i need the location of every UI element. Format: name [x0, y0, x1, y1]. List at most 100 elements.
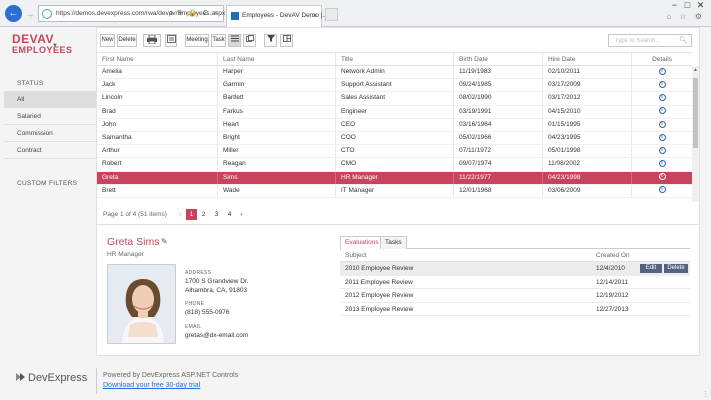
minimize-icon[interactable]: − [668, 0, 681, 10]
evaluation-date: 12/4/2010 [596, 265, 625, 272]
cell-last-name: Sims [218, 171, 336, 184]
info-icon[interactable]: i [658, 80, 666, 88]
main-panel: New Delete Meeting Task 🔍︎ First Name [96, 27, 700, 356]
cell-details: i [632, 185, 692, 197]
info-icon[interactable]: i [658, 173, 666, 181]
task-button[interactable]: Task [211, 34, 226, 47]
table-row[interactable]: Brett Wade IT Manager 12/01/1968 03/06/2009 i [97, 184, 692, 198]
pager-page-4[interactable]: 4 [224, 209, 235, 220]
info-icon[interactable]: i [658, 94, 666, 102]
browser-toolbar-icons[interactable]: ⌂ ☆ ⚙ [666, 12, 705, 21]
cell-title: HR Manager [336, 171, 454, 184]
cell-birth-date: 08/02/1990 [454, 92, 543, 105]
table-row[interactable]: Brad Farkus Engineer 03/19/1991 04/15/2010 i [97, 105, 692, 119]
cell-hire-date: 05/01/1998 [543, 145, 632, 158]
logo-dropdown-icon[interactable]: ▼ [52, 43, 58, 49]
custom-filters-heading[interactable]: CUSTOM FILTERS [17, 180, 77, 187]
tab-tasks[interactable]: Tasks [380, 236, 407, 249]
delete-button[interactable]: Delete [117, 34, 137, 47]
maximize-icon[interactable]: □ [681, 0, 694, 10]
browser-tab[interactable]: Employees - DevAV Demo |... × [226, 5, 328, 27]
app-logo[interactable]: DEVAV EMPLOYEES [12, 33, 73, 55]
info-icon[interactable]: i [658, 107, 666, 115]
info-icon[interactable]: i [658, 133, 666, 141]
cell-birth-date: 05/02/1966 [454, 131, 543, 145]
info-icon[interactable]: i [658, 186, 666, 194]
address-bar[interactable]: https://demos.devexpress.com/rwa/devav/E… [38, 5, 225, 22]
sidebar-item-salaried[interactable]: Salaried [4, 108, 96, 125]
table-row[interactable]: Arthur Miller CTO 07/11/1972 05/01/1998 i [97, 145, 692, 159]
pencil-edit-icon[interactable]: ✎ [161, 237, 168, 246]
col-header-title[interactable]: Title [336, 53, 454, 65]
scroll-up-arrow-icon[interactable]: ▲ [692, 67, 699, 73]
table-row[interactable]: Greta Sims HR Manager 11/22/1977 04/23/1998 i [97, 171, 692, 185]
col-header-birth-date[interactable]: Birth Date [454, 53, 543, 65]
info-icon[interactable]: i [658, 120, 666, 128]
cell-title: CMO [336, 158, 454, 171]
table-row[interactable]: Lincoln Bartlett Sales Assistant 08/02/1990… [97, 92, 692, 106]
tab-evaluations[interactable]: Evaluations [340, 236, 384, 250]
delete-evaluation-button[interactable]: Delete [664, 264, 688, 273]
table-row[interactable]: Jack Garmin Support Assistant 09/24/1985 03/… [97, 79, 692, 93]
trial-link[interactable]: Download your free 30-day trial [103, 382, 200, 389]
new-tab-button[interactable] [325, 8, 338, 21]
forward-arrow-icon[interactable]: → [24, 8, 36, 20]
export-icon[interactable] [165, 34, 177, 47]
filter-icon[interactable] [264, 34, 277, 47]
evaluation-row[interactable]: 2011 Employee Review 12/14/2011 [340, 276, 690, 289]
table-row[interactable]: John Heart CEO 03/16/1964 01/15/1995 i [97, 118, 692, 132]
col-header-hire-date[interactable]: Hire Date [543, 53, 632, 65]
col-header-last-name[interactable]: Last Name [218, 53, 336, 65]
search-input[interactable] [609, 35, 679, 46]
pager-page-3[interactable]: 3 [211, 209, 222, 220]
evaluation-row[interactable]: 2013 Employee Review 12/27/2013 [340, 303, 690, 316]
pager-page-1[interactable]: 1 [186, 209, 197, 220]
print-icon[interactable] [143, 34, 161, 47]
back-arrow-icon[interactable]: ← [5, 5, 22, 22]
footer-divider [96, 368, 97, 394]
table-row[interactable]: Amelia Harper Network Admin 11/19/1983 02/10… [97, 66, 692, 80]
info-icon[interactable]: i [658, 160, 666, 168]
email-value[interactable]: gretas@dx-email.com [185, 332, 275, 341]
list-view-icon[interactable] [228, 34, 241, 47]
new-button[interactable]: New [100, 34, 115, 47]
col-header-subject[interactable]: Subject [345, 249, 367, 262]
cell-first-name: Amelia [97, 66, 218, 79]
col-header-created-on[interactable]: Created On [596, 249, 630, 262]
edit-evaluation-button[interactable]: Edit [640, 264, 662, 273]
col-header-first-name[interactable]: First Name [97, 53, 218, 65]
close-window-icon[interactable]: ✕ [694, 0, 707, 11]
evaluation-subject: 2013 Employee Review [345, 305, 414, 313]
scrollbar-thumb[interactable] [693, 78, 698, 148]
info-icon[interactable]: i [658, 146, 666, 154]
grid-scrollbar[interactable]: ▲ [692, 66, 699, 202]
evaluation-subject: 2011 Employee Review [345, 278, 413, 286]
column-chooser-icon[interactable] [280, 34, 293, 47]
tab-close-icon[interactable]: × [312, 11, 317, 20]
sidebar-item-all[interactable]: All [4, 91, 96, 108]
cell-birth-date: 03/16/1964 [454, 118, 543, 131]
card-view-icon[interactable] [243, 34, 256, 47]
cell-title: Sales Assistant [336, 92, 454, 105]
devexpress-logo[interactable]: DevExpress [16, 372, 87, 384]
sidebar-item-contract[interactable]: Contract [4, 142, 96, 159]
favicon-icon [231, 12, 239, 20]
address-bar-icons[interactable]: ρ ▾ 🔒 C × [169, 9, 220, 17]
info-icon[interactable]: i [658, 67, 666, 75]
search-icon[interactable]: 🔍︎ [679, 36, 688, 44]
cell-details: i [632, 79, 692, 91]
pager-prev-icon[interactable]: ‹ [175, 209, 186, 220]
cell-details: i [632, 66, 692, 78]
table-row[interactable]: Samantha Bright COO 05/02/1966 04/23/1995 i [97, 131, 692, 146]
cell-details: i [632, 132, 692, 144]
sidebar-item-commission[interactable]: Commission [4, 125, 96, 142]
cell-first-name: Samantha [97, 131, 218, 145]
evaluation-row[interactable]: 2010 Employee Review 12/4/2010 Edit Delete [340, 262, 690, 276]
pager-next-icon[interactable]: › [236, 209, 247, 220]
evaluation-date: 12/14/2011 [596, 278, 629, 286]
meeting-button[interactable]: Meeting [185, 34, 209, 47]
table-row[interactable]: Robert Reagan CMO 09/07/1974 11/08/2002 i [97, 158, 692, 172]
pager-page-2[interactable]: 2 [198, 209, 209, 220]
evaluation-row[interactable]: 2012 Employee Review 12/19/2012 [340, 289, 690, 303]
resize-grip-icon[interactable]: ⋮ [702, 390, 709, 398]
